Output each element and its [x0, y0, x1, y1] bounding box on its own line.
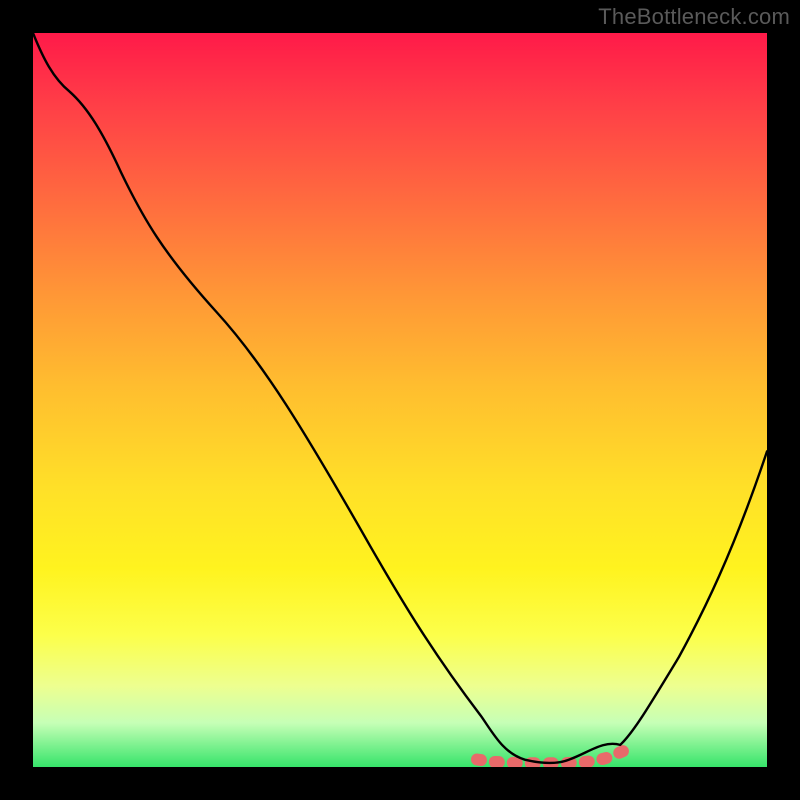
bottleneck-curve	[33, 33, 767, 763]
optimal-range-markers	[477, 751, 624, 764]
plot-area	[33, 33, 767, 767]
chart-svg	[33, 33, 767, 767]
watermark-text: TheBottleneck.com	[598, 4, 790, 30]
chart-frame: TheBottleneck.com	[0, 0, 800, 800]
